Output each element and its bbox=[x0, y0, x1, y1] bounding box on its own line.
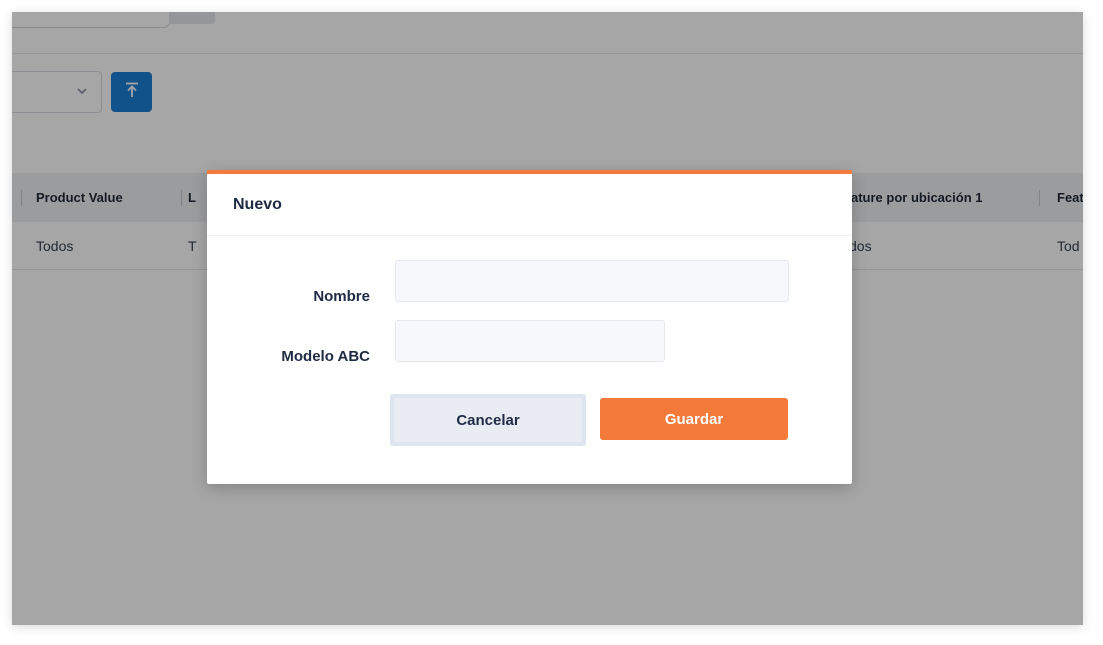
modelo-abc-input[interactable] bbox=[395, 320, 665, 362]
dialog-header: Nuevo bbox=[207, 174, 852, 236]
nombre-input[interactable] bbox=[395, 260, 789, 302]
dialog-title: Nuevo bbox=[233, 195, 282, 213]
nombre-label: Nombre bbox=[313, 288, 370, 305]
new-item-dialog: Nuevo Nombre Modelo ABC Cancelar Guardar bbox=[207, 170, 852, 484]
cancel-button[interactable]: Cancelar bbox=[390, 394, 586, 446]
save-button[interactable]: Guardar bbox=[600, 398, 788, 440]
modelo-abc-label: Modelo ABC bbox=[281, 348, 370, 365]
app-window: Product Value L ature por ubicación 1 Fe… bbox=[12, 12, 1083, 625]
